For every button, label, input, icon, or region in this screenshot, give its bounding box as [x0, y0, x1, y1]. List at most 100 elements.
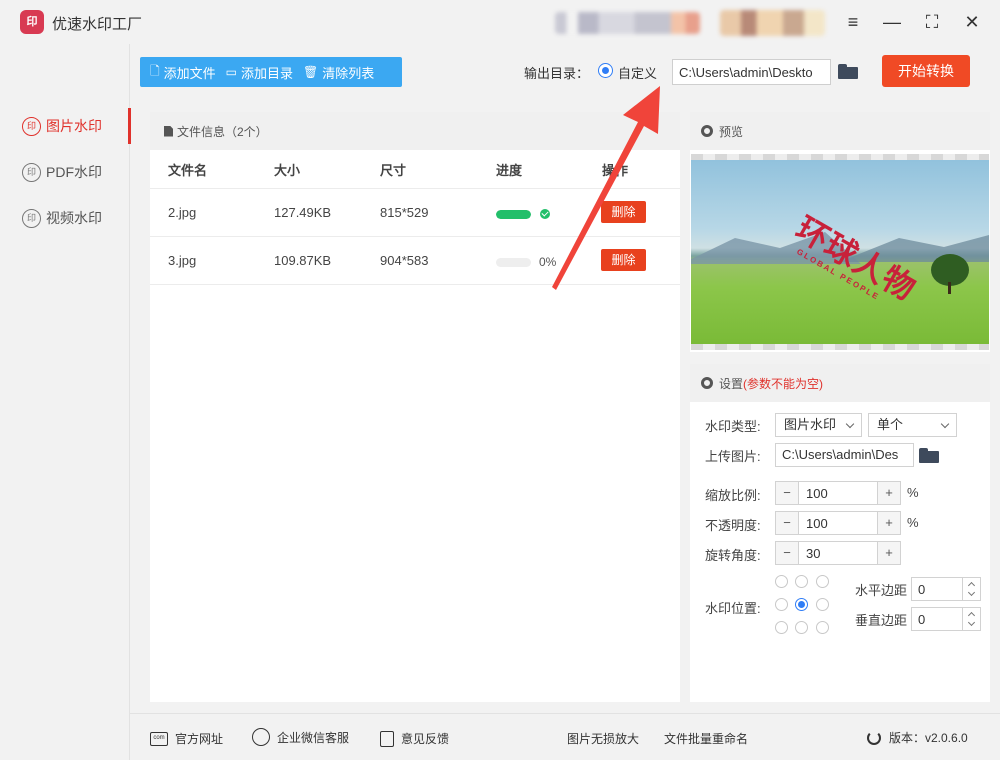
- position-middle-right-radio[interactable]: [816, 598, 829, 611]
- file-toolbar: 🗋 添加文件 ▭ 添加目录 🗑 清除列表: [140, 57, 402, 87]
- scale-unit: %: [907, 485, 919, 500]
- image-enlarge-link[interactable]: 图片无损放大: [567, 730, 639, 747]
- preview-image: 环球人物 GLOBAL PEOPLE: [691, 154, 989, 350]
- footer-bar: com 官方网址 企业微信客服 意见反馈 图片无损放大 文件批量重命名 版本：v…: [130, 713, 1000, 760]
- opacity-value[interactable]: 100: [806, 516, 828, 531]
- horizontal-margin-value[interactable]: 0: [918, 582, 925, 597]
- title-bar: 印 优速水印工厂 ≡ — ⛶ ✕: [0, 0, 1000, 44]
- watermark-mode-select[interactable]: 单个: [868, 413, 957, 437]
- app-title: 优速水印工厂: [52, 16, 143, 33]
- upload-folder-icon[interactable]: [919, 448, 939, 463]
- output-dir-label: 输出目录：: [524, 66, 590, 81]
- watermark-type-select[interactable]: 图片水印: [775, 413, 862, 437]
- image-watermark-icon: 印: [22, 116, 41, 136]
- file-info-title: 文件信息（2个）: [177, 124, 268, 139]
- custom-output-radio[interactable]: [598, 63, 613, 78]
- decrement-button[interactable]: −: [776, 542, 799, 564]
- position-bottom-left-radio[interactable]: [775, 621, 788, 634]
- feedback-icon: [380, 730, 394, 747]
- output-folder-icon[interactable]: [838, 64, 858, 79]
- vertical-margin-spinner[interactable]: 0: [911, 607, 981, 631]
- clear-list-button[interactable]: 🗑 清除列表: [293, 57, 374, 87]
- vertical-margin-label: 垂直边距: [855, 613, 908, 628]
- horizontal-margin-spinner[interactable]: 0: [911, 577, 981, 601]
- website-link[interactable]: com 官方网址: [150, 730, 223, 747]
- increment-button[interactable]: +: [877, 482, 900, 504]
- file-dimensions: 815*529: [380, 205, 429, 220]
- file-size: 127.49KB: [274, 205, 332, 220]
- file-dimensions: 904*583: [380, 253, 429, 268]
- user-info-blurred[interactable]: [555, 12, 700, 34]
- menu-icon[interactable]: ≡: [841, 10, 865, 34]
- progress-bar: [496, 258, 531, 267]
- version-info[interactable]: 版本：v2.0.6.0: [867, 729, 968, 746]
- position-top-right-radio[interactable]: [816, 575, 829, 588]
- rotation-value[interactable]: 30: [806, 546, 820, 561]
- sidebar-item-video-watermark[interactable]: 印 视频水印: [0, 196, 130, 240]
- chevron-down-icon[interactable]: [967, 618, 976, 627]
- app-logo-icon: 印: [20, 10, 44, 34]
- version-label: 版本：v2.0.6.0: [889, 731, 968, 745]
- chat-icon: [252, 728, 270, 746]
- wechat-support-link[interactable]: 企业微信客服: [252, 728, 349, 746]
- scale-value[interactable]: 100: [806, 486, 828, 501]
- progress-bar: [496, 210, 531, 219]
- custom-output-label: 自定义: [618, 66, 658, 81]
- gear-icon: [701, 377, 713, 389]
- wechat-support-label: 企业微信客服: [277, 730, 350, 745]
- spinner-arrows[interactable]: [962, 578, 980, 600]
- chevron-down-icon[interactable]: [967, 588, 976, 597]
- close-icon[interactable]: ✕: [960, 10, 984, 34]
- watermark-mode-value: 单个: [877, 417, 904, 432]
- column-header-dimensions: 尺寸: [380, 163, 407, 178]
- website-icon: com: [150, 731, 168, 746]
- clear-list-label: 清除列表: [322, 65, 375, 81]
- feedback-link[interactable]: 意见反馈: [380, 730, 449, 747]
- account-badge-blurred[interactable]: [720, 10, 825, 36]
- add-file-button[interactable]: 🗋 添加文件: [140, 57, 216, 87]
- position-top-center-radio[interactable]: [795, 575, 808, 588]
- video-watermark-icon: 印: [22, 208, 41, 228]
- chevron-down-icon: [940, 419, 950, 429]
- decrement-button[interactable]: −: [776, 512, 799, 534]
- file-name: 2.jpg: [168, 205, 197, 220]
- sidebar-item-label: 视频水印: [46, 210, 102, 226]
- minimize-icon[interactable]: —: [880, 10, 904, 34]
- folder-outline-icon: ▭: [225, 65, 238, 79]
- red-pointer-arrow: [552, 86, 660, 290]
- website-label: 官方网址: [175, 732, 224, 746]
- decrement-button[interactable]: −: [776, 482, 799, 504]
- spinner-arrows[interactable]: [962, 608, 980, 630]
- file-name: 3.jpg: [168, 253, 197, 268]
- pdf-watermark-icon: 印: [22, 162, 41, 182]
- sidebar-item-pdf-watermark[interactable]: 印 PDF水印: [0, 150, 130, 194]
- opacity-stepper[interactable]: − 100 +: [775, 511, 901, 535]
- increment-button[interactable]: +: [877, 542, 900, 564]
- add-file-label: 添加文件: [163, 65, 216, 81]
- feedback-label: 意见反馈: [401, 732, 450, 746]
- sidebar-item-label: 图片水印: [46, 118, 102, 134]
- column-header-size: 大小: [274, 163, 301, 178]
- watermark-position-label: 水印位置:: [705, 601, 761, 616]
- scale-stepper[interactable]: − 100 +: [775, 481, 901, 505]
- add-directory-button[interactable]: ▭ 添加目录: [216, 57, 293, 87]
- position-center-radio[interactable]: [795, 598, 808, 611]
- vertical-margin-value[interactable]: 0: [918, 612, 925, 627]
- output-path-input[interactable]: [672, 59, 831, 85]
- maximize-icon[interactable]: ⛶: [920, 10, 944, 34]
- rotation-stepper[interactable]: − 30 +: [775, 541, 901, 565]
- position-middle-left-radio[interactable]: [775, 598, 788, 611]
- upload-image-path-input[interactable]: C:\Users\admin\Des: [775, 443, 914, 467]
- sidebar-item-image-watermark[interactable]: 印 图片水印: [0, 104, 131, 148]
- batch-rename-link[interactable]: 文件批量重命名: [664, 730, 748, 747]
- trash-icon: 🗑: [303, 65, 319, 79]
- horizontal-margin-label: 水平边距: [855, 583, 908, 598]
- position-bottom-right-radio[interactable]: [816, 621, 829, 634]
- increment-button[interactable]: +: [877, 512, 900, 534]
- start-convert-button[interactable]: 开始转换: [882, 55, 970, 87]
- gear-icon: [701, 125, 713, 137]
- preview-border-top: [691, 154, 989, 160]
- watermark-type-label: 水印类型:: [705, 419, 761, 434]
- position-top-left-radio[interactable]: [775, 575, 788, 588]
- position-bottom-center-radio[interactable]: [795, 621, 808, 634]
